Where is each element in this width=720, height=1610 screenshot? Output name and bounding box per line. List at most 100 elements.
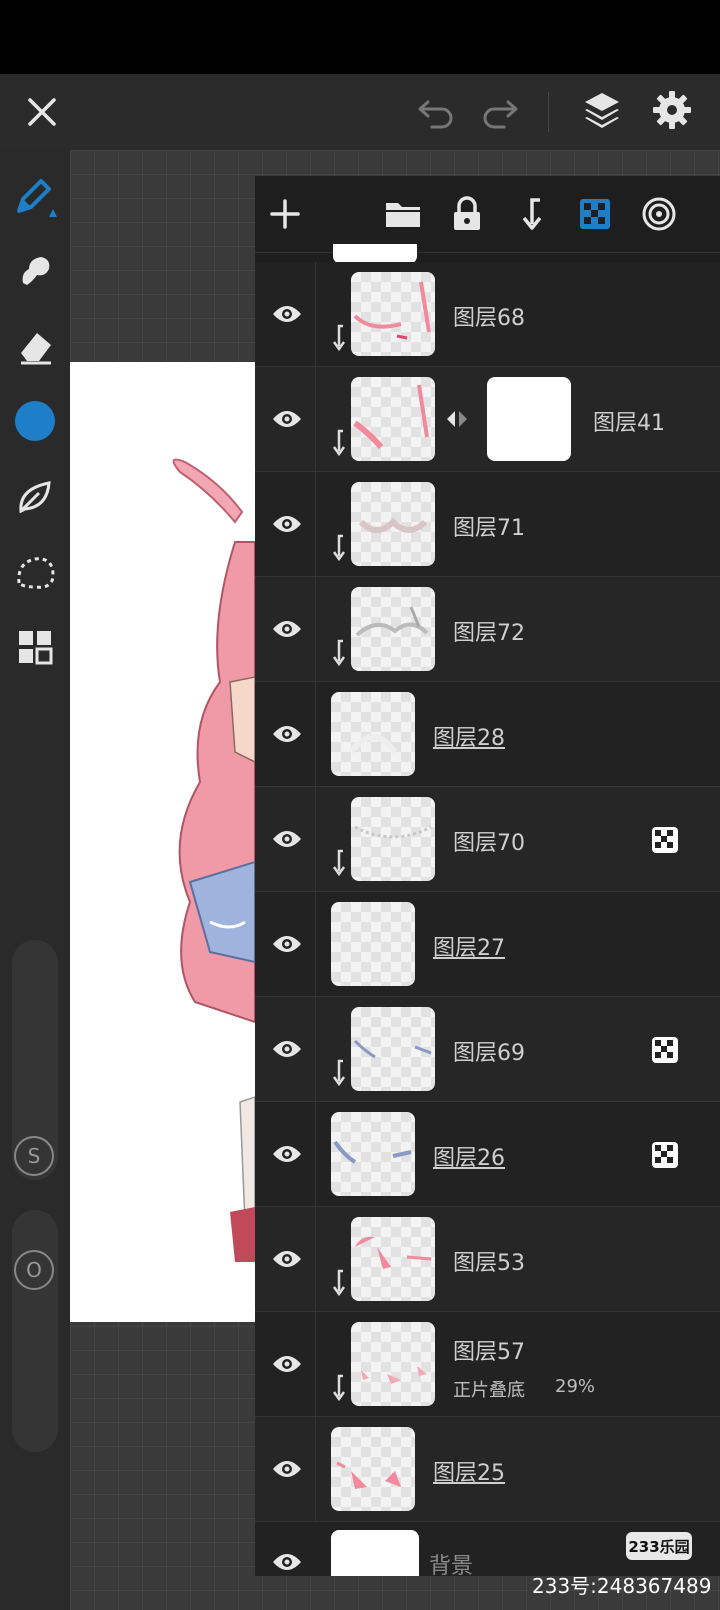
leaf-icon <box>19 481 51 514</box>
layer-row[interactable]: 图层72 <box>255 577 720 682</box>
artwork-preview <box>172 458 255 1262</box>
layer-name: 图层27 <box>433 936 505 961</box>
add-layer-icon <box>270 199 300 229</box>
lock-button[interactable] <box>445 192 489 236</box>
smudge-icon <box>22 257 50 285</box>
visibility-eye-icon[interactable] <box>265 397 309 441</box>
layer-name: 图层25 <box>433 1461 505 1486</box>
layer-name: 图层69 <box>453 1041 525 1066</box>
clipping-arrow-icon <box>329 324 347 354</box>
scrolled-layer-thumbnail <box>333 244 417 264</box>
clipping-arrow-icon <box>329 1374 347 1404</box>
redo-icon[interactable] <box>478 90 522 134</box>
visibility-eye-icon[interactable] <box>265 1342 309 1386</box>
layer-row[interactable]: 图层70 <box>255 787 720 892</box>
layer-thumbnail <box>351 797 435 881</box>
layer-name: 图层57 <box>453 1340 525 1365</box>
gear-icon[interactable] <box>650 88 694 132</box>
visibility-eye-icon[interactable] <box>265 1132 309 1176</box>
layer-thumbnail <box>351 1217 435 1301</box>
layers-icon[interactable] <box>580 88 624 132</box>
row-divider <box>315 1207 316 1311</box>
clipping-arrow-icon <box>329 429 347 459</box>
grid-icon <box>19 631 53 665</box>
layer-row[interactable]: 图层57 正片叠底 29% <box>255 1312 720 1417</box>
alpha-lock-badge-icon <box>652 1037 678 1063</box>
visibility-eye-icon[interactable] <box>265 817 309 861</box>
folder-icon <box>386 203 420 227</box>
visibility-eye-icon[interactable] <box>265 1237 309 1281</box>
layer-thumbnail <box>351 587 435 671</box>
layer-thumbnail <box>351 272 435 356</box>
add-layer-button[interactable] <box>263 192 307 236</box>
layer-row[interactable]: 图层68 <box>255 262 720 367</box>
layer-opacity: 29% <box>555 1376 596 1397</box>
layer-thumbnail <box>351 1007 435 1091</box>
clip-down-button[interactable] <box>509 192 553 236</box>
drawing-canvas[interactable] <box>70 362 255 1322</box>
lasso-tool[interactable] <box>12 550 58 596</box>
layer-thumbnail <box>351 1322 435 1406</box>
folder-button[interactable] <box>381 192 425 236</box>
color-swatch-icon <box>15 401 55 441</box>
layer-row[interactable]: 图层26 <box>255 1102 720 1207</box>
visibility-eye-icon[interactable] <box>265 712 309 756</box>
layer-row[interactable]: 图层28 <box>255 682 720 787</box>
visibility-eye-icon[interactable] <box>265 607 309 651</box>
row-divider <box>315 367 316 471</box>
row-divider <box>315 682 316 786</box>
layer-row[interactable]: 图层69 <box>255 997 720 1102</box>
mask-link-icon[interactable] <box>445 409 469 429</box>
brush-tool[interactable] <box>12 172 58 218</box>
layer-name: 图层26 <box>433 1146 505 1171</box>
layer-row[interactable]: 图层27 <box>255 892 720 997</box>
layer-blend-mode: 正片叠底 <box>453 1380 525 1401</box>
layer-name: 图层28 <box>433 726 505 751</box>
row-divider <box>315 1417 316 1521</box>
undo-icon[interactable] <box>414 90 458 134</box>
layer-list: 图层68 图层41 图层71 图层72 图层28 图层70 图层27 图层69 … <box>255 244 720 1576</box>
layer-name: 图层53 <box>453 1251 525 1276</box>
layer-row[interactable]: 图层53 <box>255 1207 720 1312</box>
visibility-eye-icon[interactable] <box>265 1540 309 1576</box>
row-divider <box>315 1312 316 1416</box>
row-divider <box>315 1102 316 1206</box>
eraser-tool[interactable] <box>12 324 58 370</box>
layer-thumbnail <box>331 1112 415 1196</box>
leaf-tool[interactable] <box>12 474 58 520</box>
layer-thumbnail <box>351 377 435 461</box>
layer-panel: 图层68 图层41 图层71 图层72 图层28 图层70 图层27 图层69 … <box>255 176 720 1576</box>
clipping-arrow-icon <box>329 1269 347 1299</box>
top-bar <box>0 74 720 150</box>
grid-tool[interactable] <box>12 624 58 670</box>
visibility-eye-icon[interactable] <box>265 922 309 966</box>
visibility-eye-icon[interactable] <box>265 292 309 336</box>
smudge-tool[interactable] <box>12 248 58 294</box>
background-thumbnail <box>331 1530 419 1576</box>
watermark-logo: 233乐园 <box>626 1532 692 1560</box>
alpha-lock-badge-icon <box>652 827 678 853</box>
opacity-slider-knob[interactable]: O <box>14 1250 54 1290</box>
layer-thumbnail <box>331 692 415 776</box>
layer-row[interactable]: 图层41 <box>255 367 720 472</box>
layer-row[interactable]: 图层25 <box>255 1417 720 1522</box>
visibility-eye-icon[interactable] <box>265 1447 309 1491</box>
layer-row[interactable]: 图层71 <box>255 472 720 577</box>
layer-name: 图层68 <box>453 306 525 331</box>
size-slider-knob[interactable]: S <box>14 1136 54 1176</box>
layer-thumbnail <box>331 902 415 986</box>
layer-mask-thumbnail[interactable] <box>487 377 571 461</box>
background-layer-name: 背景 <box>429 1554 474 1576</box>
clipping-arrow-icon <box>329 1059 347 1089</box>
brush-icon <box>17 179 57 217</box>
row-divider <box>315 892 316 996</box>
close-icon[interactable] <box>20 90 64 134</box>
visibility-eye-icon[interactable] <box>265 502 309 546</box>
visibility-eye-icon[interactable] <box>265 1027 309 1071</box>
alpha-lock-button[interactable] <box>573 192 617 236</box>
row-divider <box>315 262 316 366</box>
layer-thumbnail <box>351 482 435 566</box>
color-picker[interactable] <box>12 398 58 444</box>
blend-mode-button[interactable] <box>637 192 681 236</box>
opacity-slider[interactable] <box>12 1210 58 1452</box>
